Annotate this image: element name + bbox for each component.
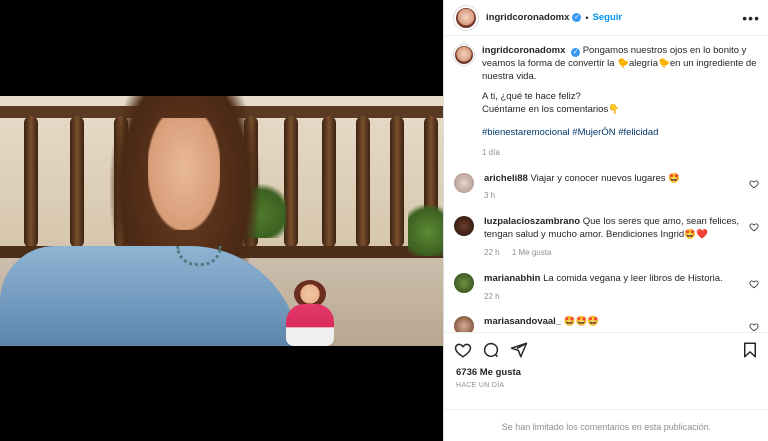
caption: ingridcoronadomx ✓ Pongamos nuestros ojo… bbox=[454, 45, 759, 159]
more-options-icon[interactable]: ••• bbox=[742, 10, 760, 26]
comment-body: marianabhin La comida vegana y leer libr… bbox=[484, 273, 746, 303]
photo-doll bbox=[282, 280, 340, 346]
comment-time: 3 h bbox=[484, 191, 496, 201]
like-comment-heart-icon[interactable] bbox=[749, 279, 759, 289]
caption-line-3: Cuéntame en los comentarios👇 bbox=[482, 104, 621, 116]
caption-hashtags[interactable]: #bienestaremocional #MujerÓN #felicidad bbox=[482, 127, 757, 140]
post-viewer: ingridcoronadomx ✓ • Seguir ••• ingridco… bbox=[0, 0, 768, 441]
header-username[interactable]: ingridcoronadomx bbox=[486, 12, 569, 23]
like-comment-heart-icon[interactable] bbox=[749, 179, 759, 189]
comment-meta: 3 h bbox=[484, 191, 746, 202]
photo-baluster bbox=[24, 116, 38, 248]
photo-baluster bbox=[70, 116, 84, 248]
likes-count[interactable]: 6736 Me gusta bbox=[444, 367, 768, 378]
comment-item: luzpalacioszambrano Que los seres que am… bbox=[454, 216, 759, 258]
comment-meta: 22 h bbox=[484, 292, 746, 303]
comment-text: 🤩🤩🤩 bbox=[563, 316, 600, 328]
comment-text: Viajar y conocer nuevos lugares 🤩 bbox=[530, 172, 680, 184]
comment-likes[interactable]: 1 Me gusta bbox=[512, 248, 552, 257]
bookmark-icon[interactable] bbox=[739, 339, 761, 361]
post-actions: 6736 Me gusta HACE UN DÍA Se han limitad… bbox=[444, 332, 768, 441]
doll-dress bbox=[286, 304, 334, 346]
separator-dot: • bbox=[585, 12, 589, 23]
caption-time: 1 día bbox=[482, 147, 500, 157]
comment-body: mariasandovaal_ 🤩🤩🤩 bbox=[484, 316, 746, 329]
comment-meta: 22 h 1 Me gusta bbox=[484, 248, 746, 259]
comment-time: 22 h bbox=[484, 247, 500, 257]
follow-button[interactable]: Seguir bbox=[593, 12, 623, 23]
comment-item: marianabhin La comida vegana y leer libr… bbox=[454, 272, 759, 303]
photo-person-face bbox=[148, 118, 220, 230]
post-header: ingridcoronadomx ✓ • Seguir ••• bbox=[444, 0, 768, 36]
caption-text: ingridcoronadomx ✓ Pongamos nuestros ojo… bbox=[482, 45, 757, 159]
comment-item: mariasandovaal_ 🤩🤩🤩 bbox=[454, 316, 759, 332]
comment-item: aricheli88 Viajar y conocer nuevos lugar… bbox=[454, 172, 759, 203]
photo-baluster bbox=[322, 116, 336, 248]
photo-plant bbox=[408, 196, 443, 256]
media-pane bbox=[0, 0, 443, 441]
comment-username[interactable]: luzpalacioszambrano bbox=[484, 216, 580, 227]
comment-username[interactable]: aricheli88 bbox=[484, 173, 528, 184]
photo-baluster bbox=[356, 116, 370, 248]
like-comment-heart-icon[interactable] bbox=[749, 222, 759, 232]
avatar[interactable] bbox=[454, 216, 474, 237]
comment-username[interactable]: mariasandovaal_ bbox=[484, 316, 561, 327]
comments-list[interactable]: ingridcoronadomx ✓ Pongamos nuestros ojo… bbox=[444, 37, 768, 332]
comment-body: luzpalacioszambrano Que los seres que am… bbox=[484, 216, 746, 258]
avatar[interactable] bbox=[454, 5, 478, 30]
comment-body: aricheli88 Viajar y conocer nuevos lugar… bbox=[484, 173, 746, 203]
comment-text: La comida vegana y leer libros de Histor… bbox=[543, 272, 723, 284]
verified-badge-icon: ✓ bbox=[572, 13, 582, 22]
comment-time: 22 h bbox=[484, 291, 500, 301]
comment-icon[interactable] bbox=[480, 339, 502, 361]
post-timestamp[interactable]: HACE UN DÍA bbox=[444, 378, 768, 389]
comments-limited-notice: Se han limitado los comentarios en esta … bbox=[444, 409, 768, 441]
caption-line-2: A ti, ¿qué te hace feliz? bbox=[482, 91, 581, 103]
post-photo[interactable] bbox=[0, 96, 443, 346]
post-details-panel: ingridcoronadomx ✓ • Seguir ••• ingridco… bbox=[443, 0, 768, 441]
caption-username[interactable]: ingridcoronadomx bbox=[482, 45, 565, 56]
verified-badge-icon: ✓ bbox=[571, 48, 581, 57]
avatar[interactable] bbox=[454, 272, 474, 293]
heart-icon[interactable] bbox=[452, 339, 474, 361]
avatar[interactable] bbox=[454, 45, 474, 65]
photo-baluster bbox=[390, 116, 404, 248]
avatar[interactable] bbox=[454, 172, 474, 193]
avatar[interactable] bbox=[454, 316, 474, 332]
paper-plane-icon[interactable] bbox=[508, 339, 530, 361]
like-comment-heart-icon[interactable] bbox=[749, 322, 759, 332]
comment-username[interactable]: marianabhin bbox=[484, 273, 541, 284]
photo-baluster bbox=[284, 116, 298, 248]
action-icons bbox=[444, 333, 768, 367]
